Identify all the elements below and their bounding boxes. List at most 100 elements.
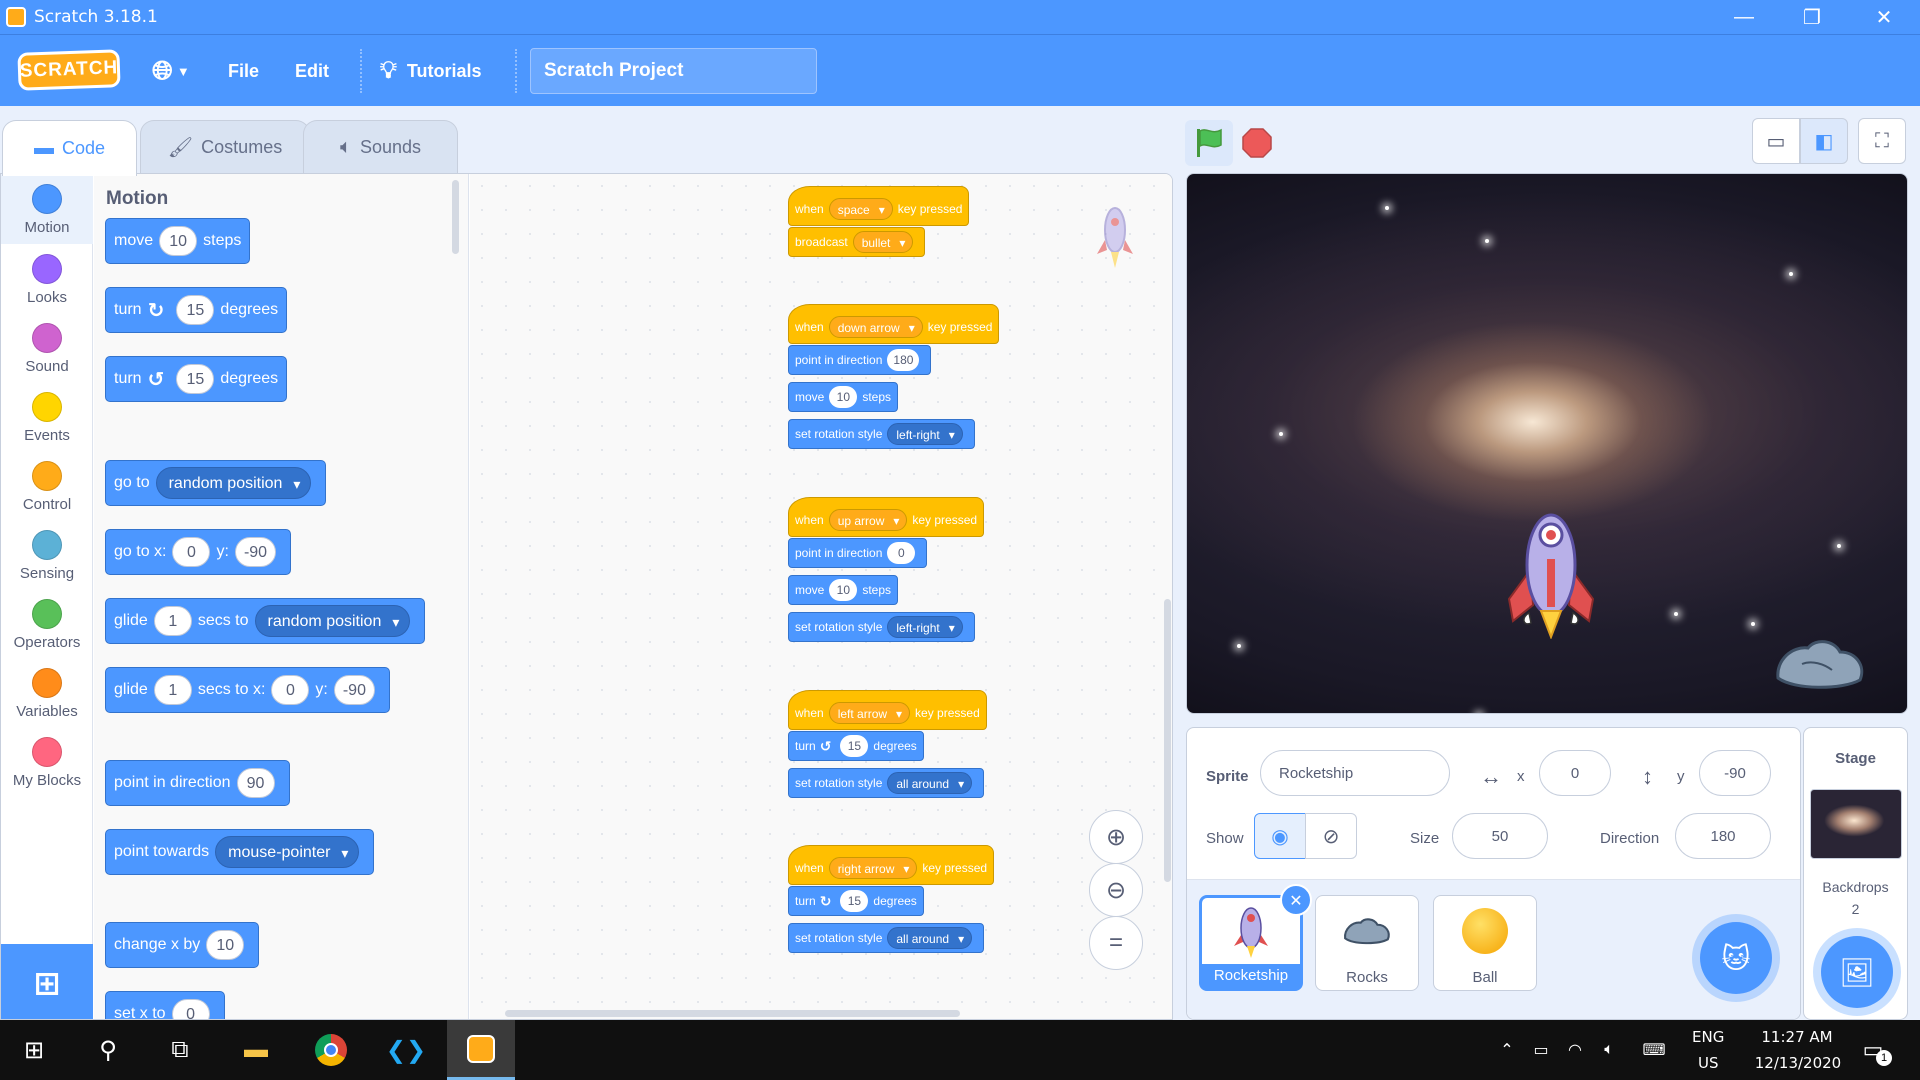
sprite-tile-ball[interactable]: Ball xyxy=(1433,895,1537,991)
sprite-tile-rocks[interactable]: Rocks xyxy=(1315,895,1419,991)
block-input[interactable]: 15 xyxy=(176,364,215,394)
block-turn-right[interactable]: turn ↻ 15 degrees xyxy=(105,287,288,333)
rotation-dropdown[interactable]: left-right xyxy=(887,616,963,639)
block-input[interactable]: 0 xyxy=(171,999,210,1019)
category-variables[interactable]: Variables xyxy=(1,668,93,720)
show-hidden-icons-button[interactable]: ⌃ xyxy=(1492,1020,1522,1080)
size-field[interactable]: 50 xyxy=(1452,813,1548,859)
block-point-towards[interactable]: point towards mouse-pointer xyxy=(105,829,375,875)
category-my-blocks[interactable]: My Blocks xyxy=(1,737,93,789)
block-input[interactable]: 90 xyxy=(236,768,275,798)
block-dropdown[interactable]: random position xyxy=(254,605,411,638)
block-set-rotation-style[interactable]: set rotation style all around xyxy=(788,768,985,798)
block-turn-left[interactable]: turn ↺ 15 degrees xyxy=(105,356,288,402)
small-stage-button[interactable]: ▭ xyxy=(1752,118,1800,164)
language-indicator-line1[interactable]: ENG xyxy=(1692,1028,1724,1046)
tab-sounds[interactable]: 🔈︎ Sounds xyxy=(303,120,458,174)
tab-code[interactable]: ▬ Code xyxy=(2,120,137,176)
script-when-right-arrow-pressed[interactable]: when right arrow key pressed xyxy=(788,845,995,885)
block-input[interactable]: 1 xyxy=(153,606,192,636)
block-point-direction[interactable]: point in direction 90 xyxy=(105,760,290,806)
zoom-out-button[interactable]: ⊖ xyxy=(1089,863,1143,917)
block-set-rotation-style[interactable]: set rotation style left-right xyxy=(788,612,975,642)
block-set-rotation-style[interactable]: set rotation style left-right xyxy=(788,419,975,449)
rotation-dropdown[interactable]: all around xyxy=(887,927,973,950)
category-control[interactable]: Control xyxy=(1,461,93,513)
key-dropdown[interactable]: up arrow xyxy=(828,509,908,532)
fullscreen-button[interactable]: ⛶ xyxy=(1858,118,1906,164)
block-turn-right[interactable]: turn ↻ 15 degrees xyxy=(788,886,924,916)
zoom-reset-button[interactable]: = xyxy=(1089,916,1143,970)
block-move-steps[interactable]: move 10 steps xyxy=(788,382,899,412)
block-glide-to-xy[interactable]: glide 1 secs to x: 0 y: -90 xyxy=(105,667,390,713)
file-menu[interactable]: File xyxy=(228,35,259,107)
palette-scrollbar[interactable] xyxy=(452,180,459,254)
key-dropdown[interactable]: right arrow xyxy=(828,857,918,880)
file-explorer-button[interactable]: ▬ xyxy=(222,1020,290,1080)
script-when-left-arrow-pressed[interactable]: when left arrow key pressed xyxy=(788,690,987,730)
stage-canvas[interactable] xyxy=(1186,173,1908,714)
rotation-dropdown[interactable]: all around xyxy=(887,772,973,795)
block-input[interactable]: 15 xyxy=(840,890,869,912)
keyboard-icon[interactable]: ⌨ xyxy=(1634,1020,1674,1080)
minimize-icon[interactable]: — xyxy=(1716,0,1772,34)
search-button[interactable]: ⚲ xyxy=(74,1020,142,1080)
vscode-button[interactable]: ❮❯ xyxy=(372,1020,440,1080)
block-input[interactable]: -90 xyxy=(333,675,375,705)
block-input[interactable]: 10 xyxy=(829,386,858,408)
sprite-name-field[interactable]: Rocketship xyxy=(1260,750,1450,796)
category-operators[interactable]: Operators xyxy=(1,599,93,651)
block-input[interactable]: 180 xyxy=(887,349,920,371)
battery-icon[interactable]: ▭ xyxy=(1526,1020,1556,1080)
block-input[interactable]: 0 xyxy=(887,542,916,564)
tab-costumes[interactable]: 🖌︎ Costumes xyxy=(140,120,310,174)
scratch-logo[interactable]: SCRATCH xyxy=(17,49,121,91)
script-horizontal-scrollbar[interactable] xyxy=(505,1010,960,1017)
volume-icon[interactable]: 🔈︎ xyxy=(1594,1020,1624,1080)
project-title-input[interactable]: Scratch Project xyxy=(530,48,817,94)
category-sensing[interactable]: Sensing xyxy=(1,530,93,582)
add-extension-button[interactable]: ⊞ xyxy=(1,944,93,1019)
block-go-to-xy[interactable]: go to x: 0 y: -90 xyxy=(105,529,292,575)
block-change-x[interactable]: change x by 10 xyxy=(105,922,260,968)
key-dropdown[interactable]: down arrow xyxy=(828,316,923,339)
hide-sprite-button[interactable]: ⊘ xyxy=(1305,813,1357,859)
block-input[interactable]: -90 xyxy=(234,537,277,567)
rotation-dropdown[interactable]: left-right xyxy=(887,423,963,446)
script-area[interactable]: when space key pressed broadcast bullet … xyxy=(470,174,1172,1019)
script-when-up-arrow-pressed[interactable]: when up arrow key pressed xyxy=(788,497,985,537)
language-menu[interactable]: 🌐︎ ▼ xyxy=(152,35,190,107)
restore-icon[interactable]: ❐ xyxy=(1784,0,1840,34)
block-input[interactable]: 0 xyxy=(172,537,211,567)
block-input[interactable]: 15 xyxy=(176,295,215,325)
block-input[interactable]: 10 xyxy=(206,930,245,960)
normal-stage-button[interactable]: ◧ xyxy=(1800,118,1848,164)
key-dropdown[interactable]: space xyxy=(828,198,893,221)
edit-menu[interactable]: Edit xyxy=(295,35,329,107)
y-field[interactable]: -90 xyxy=(1699,750,1771,796)
key-dropdown[interactable]: left arrow xyxy=(828,702,911,725)
wifi-icon[interactable]: ◠ xyxy=(1560,1020,1590,1080)
language-indicator-line2[interactable]: US xyxy=(1698,1054,1719,1072)
block-input[interactable]: 0 xyxy=(271,675,310,705)
block-set-x[interactable]: set x to 0 xyxy=(105,991,225,1019)
block-move-steps[interactable]: move 10 steps xyxy=(788,575,899,605)
script-when-space-pressed[interactable]: when space key pressed xyxy=(788,186,970,226)
clock-date[interactable]: 12/13/2020 xyxy=(1742,1054,1854,1072)
close-icon[interactable]: ✕ xyxy=(1856,0,1912,34)
block-input[interactable]: 10 xyxy=(829,579,858,601)
show-sprite-button[interactable]: ◉ xyxy=(1254,813,1306,859)
x-field[interactable]: 0 xyxy=(1539,750,1611,796)
stage-target-pane[interactable]: Stage Backdrops 2 🖼︎ xyxy=(1803,727,1908,1020)
block-broadcast[interactable]: broadcast bullet xyxy=(788,227,926,257)
action-center-button[interactable]: ▭ 1 xyxy=(1846,1020,1900,1080)
block-input[interactable]: 15 xyxy=(840,735,869,757)
tutorials-menu[interactable]: 💡︎ Tutorials xyxy=(380,35,481,107)
block-move-steps[interactable]: move 10 steps xyxy=(105,218,251,264)
block-point-direction[interactable]: point in direction 180 xyxy=(788,345,932,375)
start-button[interactable]: ⊞ xyxy=(0,1020,68,1080)
choose-backdrop-button[interactable]: 🖼︎ xyxy=(1821,936,1893,1008)
block-dropdown[interactable]: mouse-pointer xyxy=(215,836,360,869)
block-point-direction[interactable]: point in direction 0 xyxy=(788,538,928,568)
script-vertical-scrollbar[interactable] xyxy=(1164,599,1171,882)
